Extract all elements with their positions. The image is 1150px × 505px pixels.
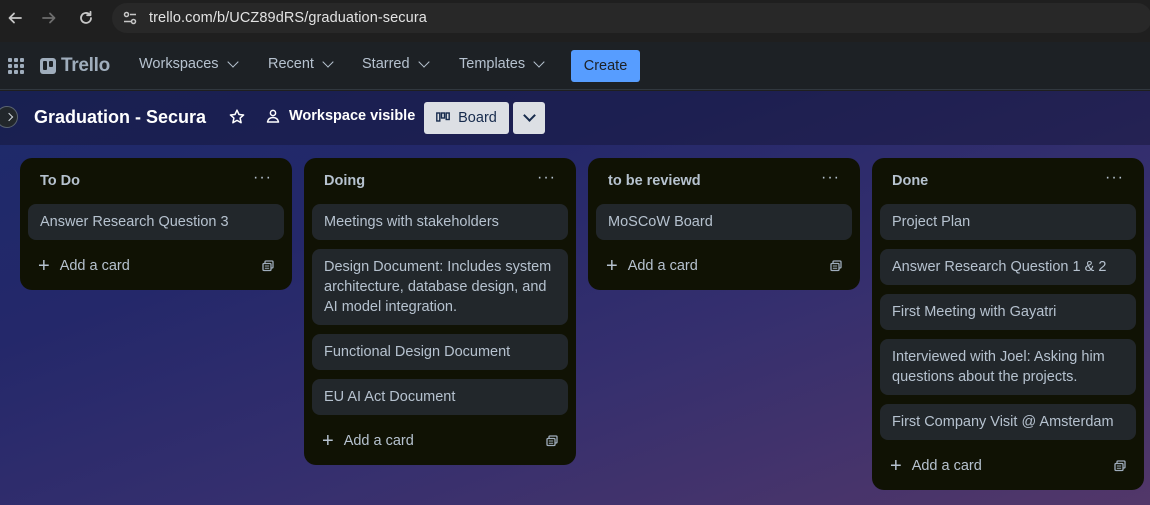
card[interactable]: Interviewed with Joel: Asking him questi…	[880, 339, 1136, 395]
chevron-down-icon	[226, 56, 239, 68]
chevron-down-icon	[533, 56, 545, 68]
menu-recent[interactable]: Recent	[268, 56, 334, 72]
app-grid-icon[interactable]	[8, 58, 24, 74]
add-card-label: Add a card	[911, 458, 982, 474]
plus-icon: +	[606, 255, 618, 277]
board-view-label: Board	[458, 110, 497, 126]
sidebar-expand-button[interactable]	[0, 106, 18, 128]
create-button[interactable]: Create	[571, 50, 640, 82]
list-doing: Doing ··· Meetings with stakeholders Des…	[304, 158, 576, 465]
add-card-button[interactable]: + Add a card	[880, 447, 1136, 485]
list-title[interactable]: Done	[892, 173, 928, 189]
more-horizontal-icon[interactable]: ···	[1105, 170, 1124, 189]
card[interactable]: Functional Design Document	[312, 334, 568, 370]
add-card-button[interactable]: + Add a card	[28, 247, 284, 285]
url-text[interactable]: trello.com/b/UCZ89dRS/graduation-secura	[149, 10, 427, 26]
more-horizontal-icon[interactable]: ···	[253, 170, 272, 189]
menu-label: Workspaces	[139, 56, 219, 72]
trello-logo[interactable]: Trello	[40, 55, 110, 77]
template-icon[interactable]	[1114, 460, 1126, 472]
back-icon[interactable]	[4, 7, 26, 29]
list-title[interactable]: To Do	[40, 173, 80, 189]
more-horizontal-icon[interactable]: ···	[821, 170, 840, 189]
list-title[interactable]: to be reviewd	[608, 173, 701, 189]
card[interactable]: First Company Visit @ Amsterdam	[880, 404, 1136, 440]
card[interactable]: Answer Research Question 3	[28, 204, 284, 240]
people-icon	[266, 109, 280, 123]
site-info-icon[interactable]	[120, 8, 140, 28]
add-card-label: Add a card	[59, 258, 130, 274]
add-card-label: Add a card	[343, 433, 414, 449]
more-horizontal-icon[interactable]: ···	[537, 170, 556, 189]
menu-label: Templates	[459, 56, 526, 72]
template-icon[interactable]	[262, 260, 274, 272]
menu-label: Recent	[268, 56, 314, 72]
list-title[interactable]: Doing	[324, 173, 365, 189]
board-header: Graduation - Secura Workspace visible Bo…	[0, 91, 1150, 145]
star-icon[interactable]	[228, 108, 246, 126]
menu-label: Starred	[362, 56, 410, 72]
card[interactable]: Meetings with stakeholders	[312, 204, 568, 240]
card[interactable]: First Meeting with Gayatri	[880, 294, 1136, 330]
chevron-down-icon	[417, 56, 430, 68]
card[interactable]: MoSCoW Board	[596, 204, 852, 240]
template-icon[interactable]	[546, 435, 558, 447]
list-to-be-reviewed: to be reviewd ··· MoSCoW Board + Add a ca…	[588, 158, 860, 290]
add-card-button[interactable]: + Add a card	[596, 247, 852, 285]
card[interactable]: EU AI Act Document	[312, 379, 568, 415]
plus-icon: +	[890, 455, 902, 477]
plus-icon: +	[38, 255, 50, 277]
list-header: Done ···	[880, 158, 1136, 204]
address-bar[interactable]: trello.com/b/UCZ89dRS/graduation-secura	[112, 3, 1150, 33]
card[interactable]: Answer Research Question 1 & 2	[880, 249, 1136, 285]
view-switcher-button[interactable]	[513, 102, 545, 134]
visibility-button[interactable]: Workspace visible	[265, 108, 415, 124]
card[interactable]: Design Document: Includes system archite…	[312, 249, 568, 325]
logo-text: Trello	[61, 55, 110, 76]
list-header: To Do ···	[28, 158, 284, 204]
list-header: to be reviewd ···	[596, 158, 852, 204]
plus-icon: +	[322, 430, 334, 452]
app-header: Trello Workspaces Recent Starred Templat…	[0, 42, 1150, 90]
add-card-label: Add a card	[627, 258, 698, 274]
chevron-down-icon	[522, 109, 536, 122]
list-to-do: To Do ··· Answer Research Question 3 + Ad…	[20, 158, 292, 290]
card[interactable]: Project Plan	[880, 204, 1136, 240]
menu-templates[interactable]: Templates	[459, 56, 545, 72]
board-title[interactable]: Graduation - Secura	[34, 107, 206, 128]
board-view-button[interactable]: Board	[424, 102, 509, 134]
board-icon	[436, 112, 451, 122]
menu-workspaces[interactable]: Workspaces	[139, 56, 239, 72]
trello-logo-icon	[40, 58, 56, 74]
list-header: Doing ···	[312, 158, 568, 204]
add-card-button[interactable]: + Add a card	[312, 422, 568, 460]
template-icon[interactable]	[830, 260, 842, 272]
chevron-down-icon	[322, 56, 334, 68]
visibility-label: Workspace visible	[289, 108, 416, 124]
chevron-right-icon	[4, 112, 13, 122]
forward-icon[interactable]	[38, 7, 60, 29]
reload-icon[interactable]	[75, 7, 97, 29]
list-done: Done ··· Project Plan Answer Research Qu…	[872, 158, 1144, 490]
menu-starred[interactable]: Starred	[362, 56, 430, 72]
browser-toolbar: trello.com/b/UCZ89dRS/graduation-secura	[0, 0, 1150, 36]
